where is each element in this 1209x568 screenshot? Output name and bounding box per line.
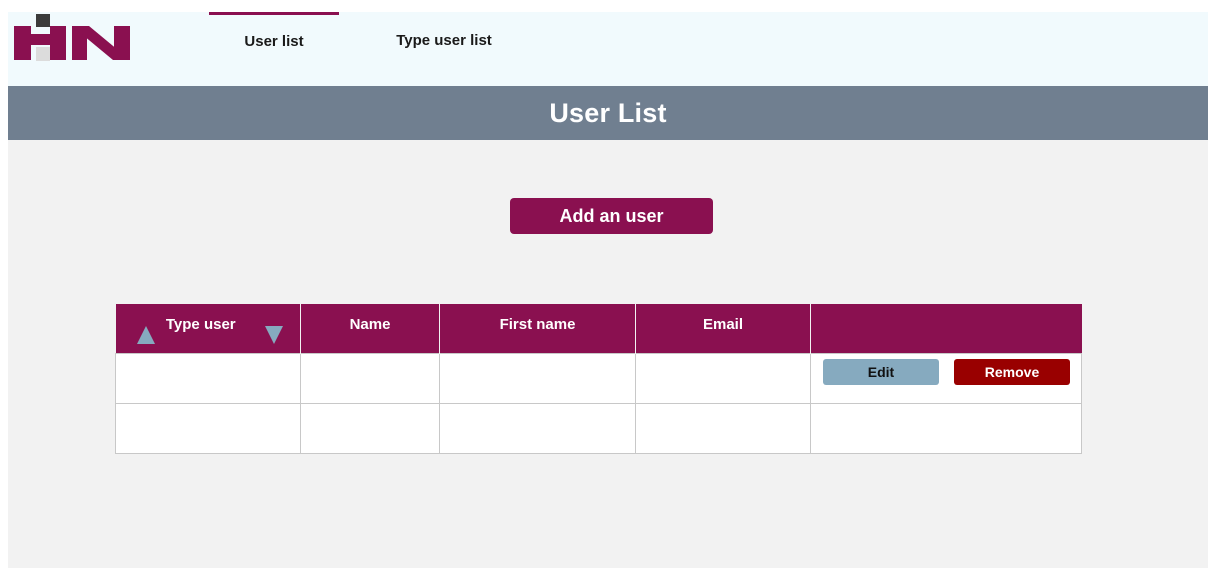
column-header-name: Name: [300, 304, 440, 353]
cell-type-user: [115, 352, 301, 404]
app-frame: User list Type user list User List Add a…: [8, 12, 1208, 568]
table-header-row: Type user Name First name Email: [115, 304, 1082, 353]
cell-email: [635, 352, 811, 404]
sort-ascending-icon[interactable]: [136, 326, 155, 344]
cell-actions: [810, 402, 1082, 454]
tab-type-user-list[interactable]: Type user list: [374, 12, 514, 86]
column-header-email: Email: [635, 304, 811, 353]
column-header-actions: [810, 304, 1082, 353]
table-row: Edit Remove: [115, 352, 1082, 404]
column-header-first-name: First name: [439, 304, 636, 353]
cell-email: [635, 402, 811, 454]
cell-name: [300, 402, 440, 454]
column-header-type-user: Type user: [115, 304, 301, 353]
table-row: [115, 402, 1082, 454]
tab-user-list[interactable]: User list: [209, 12, 339, 86]
edit-button[interactable]: Edit: [823, 359, 939, 385]
cell-first-name: [439, 402, 636, 454]
page-title: User List: [549, 97, 667, 128]
cell-type-user: [115, 402, 301, 454]
add-user-button[interactable]: Add an user: [510, 198, 713, 234]
table-header: Type user Name First name Email: [115, 304, 1082, 353]
title-band: User List: [8, 86, 1208, 140]
cell-name: [300, 352, 440, 404]
table-body: Edit Remove: [115, 352, 1082, 454]
user-table: Type user Name First name Email Edit Rem…: [115, 304, 1082, 454]
cell-actions: Edit Remove: [810, 352, 1082, 404]
cell-first-name: [439, 352, 636, 404]
hn-logo: [14, 14, 130, 61]
row-actions: Edit Remove: [811, 359, 1081, 397]
tab-type-user-list-label: Type user list: [396, 31, 492, 49]
column-header-type-user-label: Type user: [165, 316, 236, 333]
sort-descending-icon[interactable]: [264, 326, 283, 344]
top-navigation-bar: User list Type user list: [8, 12, 1208, 86]
tab-user-list-label: User list: [244, 33, 304, 50]
remove-button[interactable]: Remove: [954, 359, 1070, 385]
